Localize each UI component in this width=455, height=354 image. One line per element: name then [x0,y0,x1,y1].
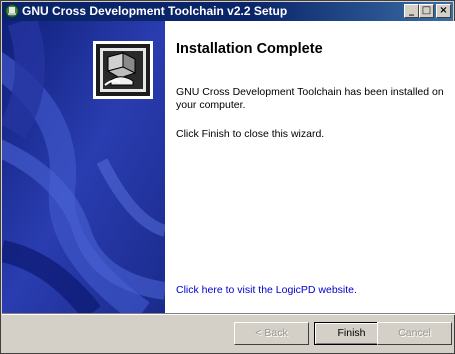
title-bar[interactable]: GNU Cross Development Toolchain v2.2 Set… [2,2,453,21]
setup-window: GNU Cross Development Toolchain v2.2 Set… [0,0,455,354]
wizard-sidebar-image [2,21,165,313]
completion-message: GNU Cross Development Toolchain has been… [176,86,444,111]
maximize-button[interactable]: □ [419,4,434,18]
wizard-content-panel: Installation Complete GNU Cross Developm… [165,21,455,313]
page-title: Installation Complete [176,41,323,57]
cancel-button[interactable]: Cancel [377,322,452,345]
minimize-button[interactable]: _ [404,4,419,18]
finish-instruction: Click Finish to close this wizard. [176,128,325,140]
window-title: GNU Cross Development Toolchain v2.2 Set… [22,4,288,18]
close-button[interactable]: × [436,4,451,18]
computer-install-icon [93,41,153,99]
logicpd-website-link[interactable]: Click here to visit the LogicPD website. [176,284,357,296]
back-button[interactable]: < Back [234,322,309,345]
button-bar-separator [2,313,455,315]
installer-icon [5,4,19,18]
